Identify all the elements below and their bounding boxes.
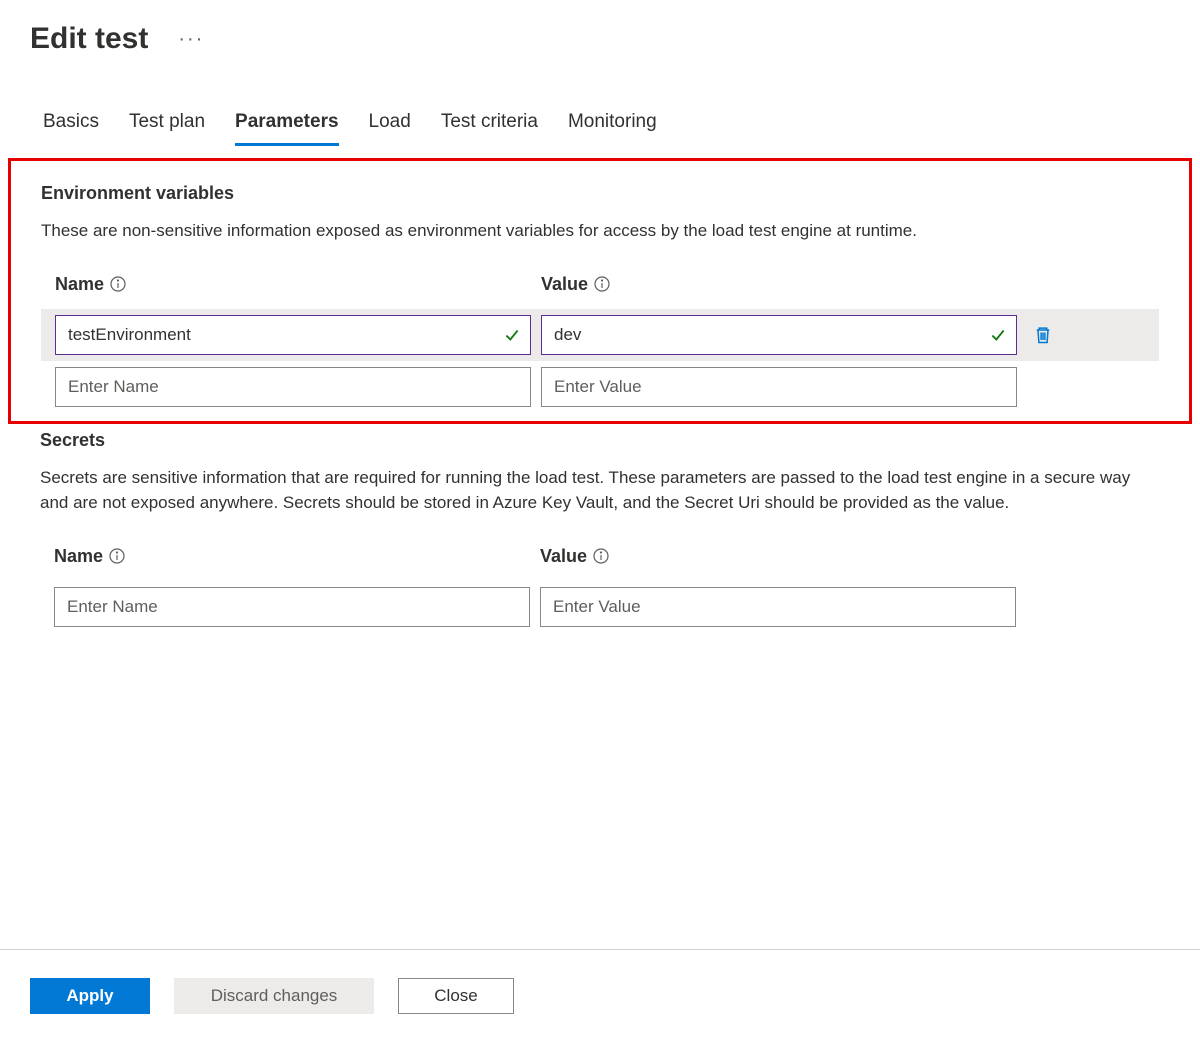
discard-changes-button[interactable]: Discard changes: [174, 978, 374, 1014]
env-var-value-input[interactable]: [541, 315, 1017, 355]
secret-value-input-empty[interactable]: [540, 587, 1016, 627]
tab-basics[interactable]: Basics: [43, 111, 99, 146]
env-vars-name-header: Name: [55, 274, 531, 295]
env-vars-title: Environment variables: [41, 183, 1159, 204]
info-icon[interactable]: [594, 276, 610, 292]
name-header-label: Name: [54, 546, 103, 567]
tab-test-criteria[interactable]: Test criteria: [441, 111, 538, 146]
info-icon[interactable]: [593, 548, 609, 564]
secrets-title: Secrets: [40, 430, 1160, 451]
apply-button[interactable]: Apply: [30, 978, 150, 1014]
name-header-label: Name: [55, 274, 104, 295]
page-title: Edit test: [30, 22, 148, 56]
delete-row-button[interactable]: [1027, 319, 1059, 351]
env-vars-highlighted-section: Environment variables These are non-sens…: [8, 158, 1192, 424]
check-icon: [989, 326, 1007, 344]
env-var-name-input[interactable]: [55, 315, 531, 355]
env-vars-description: These are non-sensitive information expo…: [41, 218, 1159, 244]
tab-load[interactable]: Load: [369, 111, 411, 146]
env-var-row: [41, 309, 1159, 361]
info-icon[interactable]: [110, 276, 126, 292]
env-var-empty-row: [41, 361, 1159, 413]
env-var-name-input-empty[interactable]: [55, 367, 531, 407]
secret-empty-row: [40, 581, 1160, 633]
tab-monitoring[interactable]: Monitoring: [568, 111, 657, 146]
info-icon[interactable]: [109, 548, 125, 564]
secrets-name-header: Name: [54, 546, 530, 567]
secrets-description: Secrets are sensitive information that a…: [40, 465, 1160, 516]
more-options-button[interactable]: ···: [178, 28, 204, 51]
secrets-value-header: Value: [540, 546, 1016, 567]
value-header-label: Value: [541, 274, 588, 295]
secret-name-input-empty[interactable]: [54, 587, 530, 627]
env-vars-value-header: Value: [541, 274, 1017, 295]
tab-test-plan[interactable]: Test plan: [129, 111, 205, 146]
check-icon: [503, 326, 521, 344]
value-header-label: Value: [540, 546, 587, 567]
tab-parameters[interactable]: Parameters: [235, 111, 339, 146]
close-button[interactable]: Close: [398, 978, 514, 1014]
env-var-value-input-empty[interactable]: [541, 367, 1017, 407]
